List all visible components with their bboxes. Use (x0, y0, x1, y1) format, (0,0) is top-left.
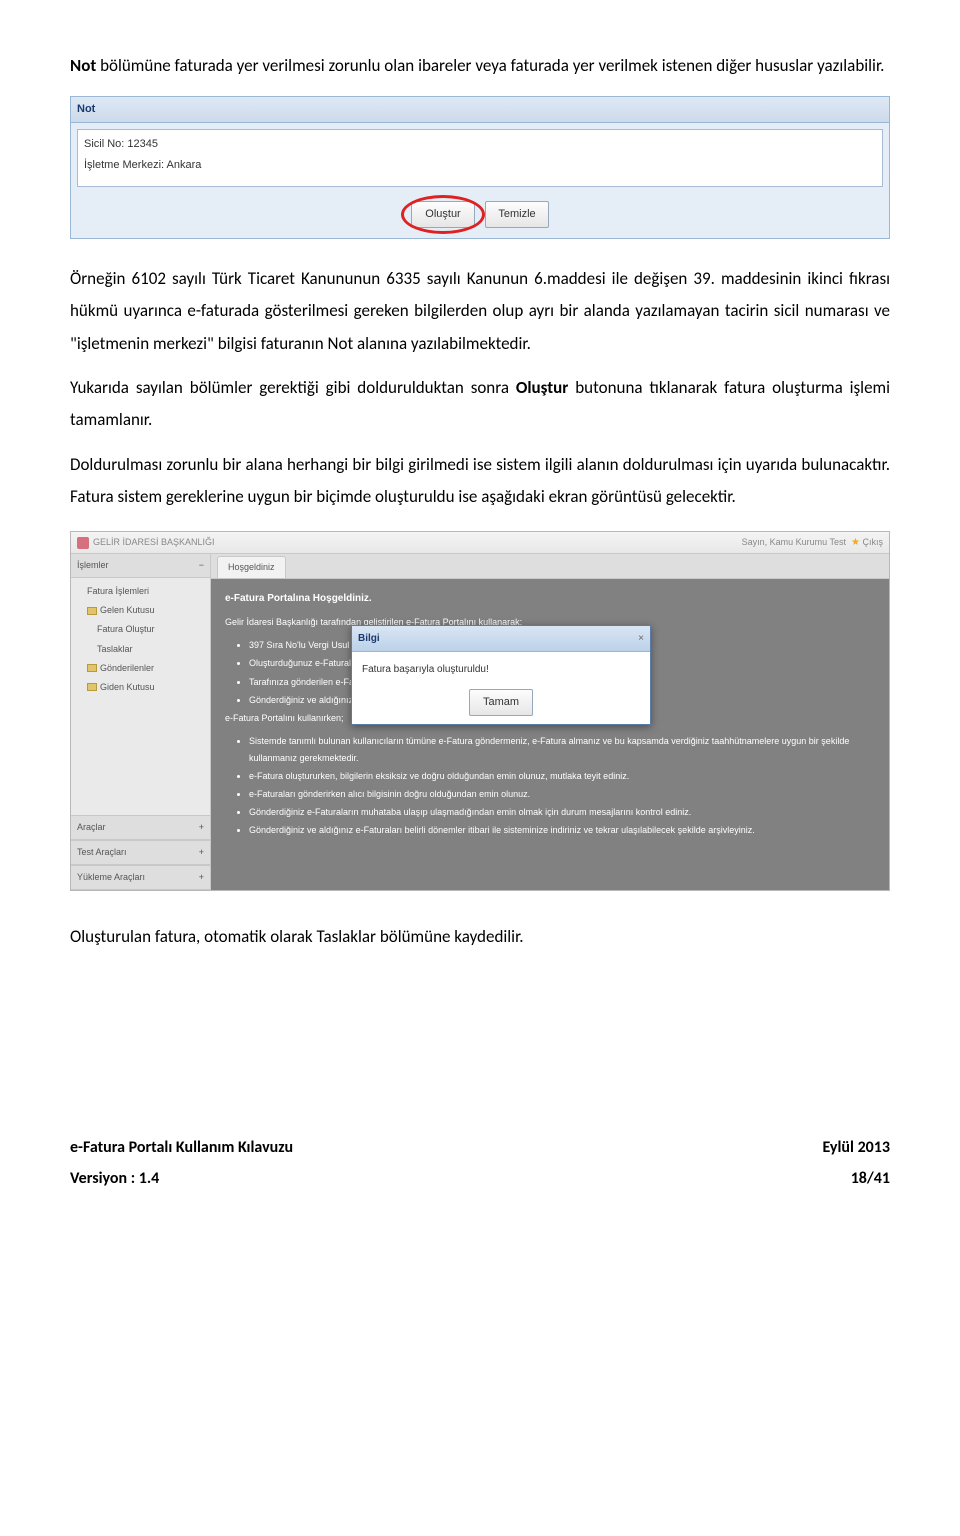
dialog-message: Fatura başarıyla oluşturuldu! (352, 652, 650, 685)
paragraph-2: Örneğin 6102 sayılı Türk Ticaret Kanunun… (70, 263, 890, 360)
list-item: Sistemde tanımlı bulunan kullanıcıların … (249, 733, 875, 767)
sidebar-item-giden-kutusu[interactable]: Giden Kutusu (75, 678, 206, 697)
sidebar-item-gonderilenler[interactable]: Gönderilenler (75, 659, 206, 678)
star-icon: ★ (851, 537, 860, 548)
create-button-annotation: Oluştur (411, 201, 475, 228)
footer-version: Versiyon : 1.4 (70, 1164, 293, 1194)
page-footer: e-Fatura Portalı Kullanım Kılavuzu Versi… (70, 1133, 890, 1194)
sidebar-header-label: İşlemler (77, 557, 109, 574)
welcome-list-2: Sistemde tanımlı bulunan kullanıcıların … (225, 733, 875, 840)
portal-sidebar: İşlemler − Fatura İşlemleri Gelen Kutusu… (71, 554, 211, 890)
expand-icon: + (199, 819, 204, 836)
not-label: Not (70, 55, 96, 76)
sidebar-item-gelen-kutusu[interactable]: Gelen Kutusu (75, 601, 206, 620)
portal-brand: GELİR İDARESİ BAŞKANLIĞI (93, 534, 215, 551)
portal-logo-icon (77, 537, 89, 549)
expand-icon: + (199, 869, 204, 886)
paragraph-5: Oluşturulan fatura, otomatik olarak Tasl… (70, 921, 890, 953)
list-item: e-Faturaları gönderirken alıcı bilgisini… (249, 786, 875, 803)
sidebar-item-label: Gelen Kutusu (100, 605, 155, 615)
footer-date: Eylül 2013 (823, 1133, 890, 1163)
list-item: Gönderdiğiniz e-Faturaların muhataba ula… (249, 804, 875, 821)
sidebar-footer-test-araclari[interactable]: Test Araçları + (71, 840, 210, 865)
sidebar-tree: Fatura İşlemleri Gelen Kutusu Fatura Olu… (71, 578, 210, 815)
sidebar-item-label: Gönderilenler (100, 663, 154, 673)
logout-link[interactable]: Çıkış (862, 537, 883, 547)
sidebar-footer-label: Araçlar (77, 819, 106, 836)
paragraph-4: Doldurulması zorunlu bir alana herhangi … (70, 449, 890, 514)
note-panel-header: Not (71, 97, 889, 123)
close-icon[interactable]: × (638, 629, 644, 648)
create-button[interactable]: Oluştur (411, 201, 475, 228)
p3-pre: Yukarıda sayılan bölümler gerektiği gibi… (70, 377, 516, 398)
portal-tabbar: Hoşgeldiniz (211, 554, 889, 579)
folder-icon (87, 664, 97, 672)
collapse-icon[interactable]: − (199, 557, 204, 574)
portal-topbar: GELİR İDARESİ BAŞKANLIĞI Sayın, Kamu Kur… (71, 532, 889, 554)
footer-page: 18/41 (823, 1164, 890, 1194)
note-panel-footer: Oluştur Temizle (71, 193, 889, 238)
welcome-panel: e-Fatura Portalına Hoşgeldiniz. Gelir İd… (211, 579, 889, 890)
sidebar-item-fatura-olustur[interactable]: Fatura Oluştur (75, 620, 206, 639)
note-panel: Not Sicil No: 12345 İşletme Merkezi: Ank… (70, 96, 890, 239)
expand-icon: + (199, 844, 204, 861)
sidebar-item-taslaklar[interactable]: Taslaklar (75, 640, 206, 659)
sidebar-item-fatura-islemleri[interactable]: Fatura İşlemleri (75, 582, 206, 601)
intro-paragraph: Not bölümüne faturada yer verilmesi zoru… (70, 50, 890, 82)
intro-rest: bölümüne faturada yer verilmesi zorunlu … (96, 55, 884, 76)
dialog-ok-button[interactable]: Tamam (469, 689, 533, 716)
list-item: Gönderdiğiniz ve aldığınız e-Faturaları … (249, 822, 875, 839)
sidebar-footer-label: Yükleme Araçları (77, 869, 145, 886)
footer-doc-title: e-Fatura Portalı Kullanım Kılavuzu (70, 1133, 293, 1163)
sidebar-footer-label: Test Araçları (77, 844, 127, 861)
portal-screenshot: GELİR İDARESİ BAŞKANLIĞI Sayın, Kamu Kur… (70, 531, 890, 891)
sidebar-footer-yukleme-araclari[interactable]: Yükleme Araçları + (71, 865, 210, 890)
sidebar-footer: Araçlar + Test Araçları + Yükleme Araçları… (71, 815, 210, 890)
note-textarea[interactable]: Sicil No: 12345 İşletme Merkezi: Ankara (77, 129, 883, 187)
folder-icon (87, 607, 97, 615)
sidebar-footer-araclar[interactable]: Araçlar + (71, 815, 210, 840)
p3-bold: Oluştur (516, 377, 568, 398)
clear-button[interactable]: Temizle (485, 201, 549, 228)
list-item: e-Fatura oluştururken, bilgilerin eksiks… (249, 768, 875, 785)
note-panel-body: Sicil No: 12345 İşletme Merkezi: Ankara (71, 123, 889, 193)
portal-content: Hoşgeldiniz e-Fatura Portalına Hoşgeldin… (211, 554, 889, 890)
portal-user-label: Sayın, Kamu Kurumu Test (742, 537, 846, 547)
sidebar-item-label: Giden Kutusu (100, 682, 155, 692)
dialog-title-text: Bilgi (358, 629, 380, 648)
tab-hosgeldiniz[interactable]: Hoşgeldiniz (217, 556, 286, 578)
paragraph-3: Yukarıda sayılan bölümler gerektiği gibi… (70, 372, 890, 437)
dialog-titlebar: Bilgi × (352, 626, 650, 652)
info-dialog: Bilgi × Fatura başarıyla oluşturuldu! Ta… (351, 625, 651, 725)
sidebar-header: İşlemler − (71, 554, 210, 578)
welcome-title: e-Fatura Portalına Hoşgeldiniz. (225, 589, 875, 608)
folder-icon (87, 683, 97, 691)
